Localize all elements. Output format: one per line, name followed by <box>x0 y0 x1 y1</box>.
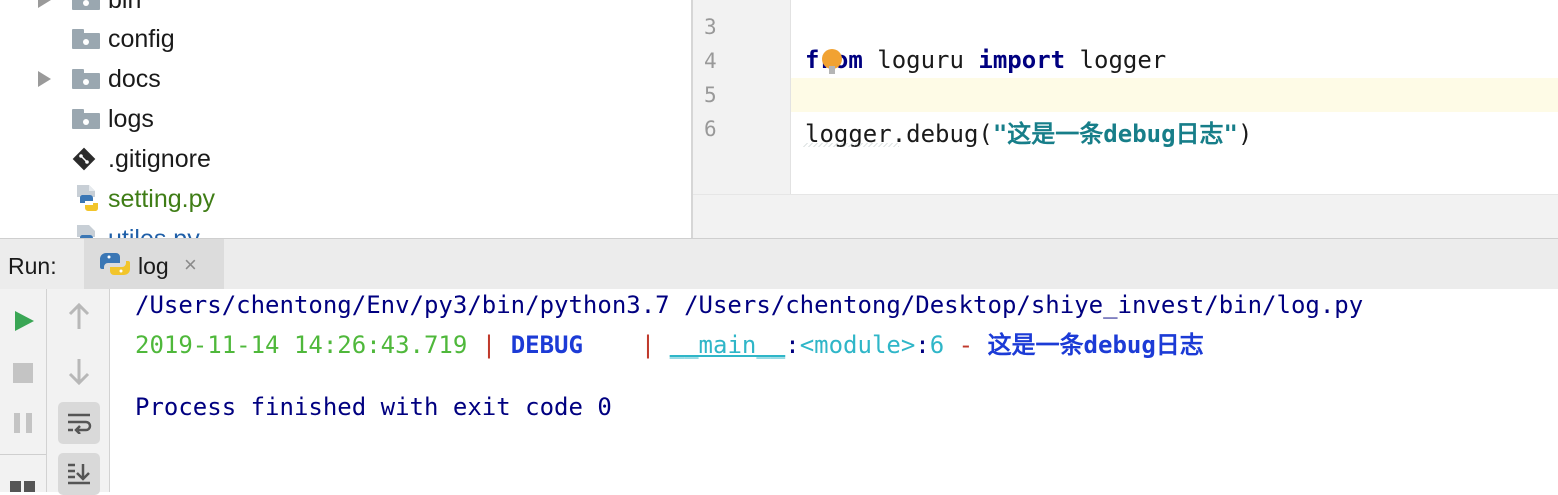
log-line-number: 6 <box>929 331 945 359</box>
scroll-to-end-icon <box>68 463 90 485</box>
code-text: ) <box>1238 120 1253 148</box>
pause-icon[interactable] <box>12 411 36 435</box>
line-number: 4 <box>704 49 717 73</box>
tree-item-label: .gitignore <box>108 145 211 173</box>
expand-arrow-icon[interactable] <box>38 71 51 87</box>
tree-item-setting-py[interactable]: setting.py <box>0 179 690 219</box>
folder-icon <box>72 69 100 89</box>
console-toolbar <box>47 289 110 495</box>
code-text: loguru <box>862 46 979 74</box>
line-number: 3 <box>704 15 717 39</box>
soft-wrap-button[interactable] <box>58 402 100 444</box>
log-dash: - <box>944 331 988 359</box>
log-colon: : <box>915 331 930 359</box>
line-number: 6 <box>704 117 717 141</box>
folder-icon <box>72 109 100 129</box>
console-log-line: 2019-11-14 14:26:43.719 | DEBUG | __main… <box>135 325 1204 360</box>
expand-arrow-icon[interactable] <box>38 0 51 8</box>
tree-item-label: config <box>108 25 175 53</box>
log-level: DEBUG <box>510 331 583 359</box>
arrow-down-icon[interactable] <box>67 357 91 385</box>
project-tree: bin config docs logs .gitignore setting.… <box>0 0 690 238</box>
code-line-4[interactable]: from loguru import logger <box>805 46 1166 74</box>
stop-icon[interactable] <box>11 361 35 385</box>
log-separator: | <box>467 331 511 359</box>
run-panel-header: Run: log × <box>0 238 1558 290</box>
tree-item-label: utiles.py <box>108 225 200 238</box>
tree-item-bin[interactable]: bin <box>0 0 690 20</box>
close-tab-icon[interactable]: × <box>184 252 197 278</box>
console-command-line: /Users/chentong/Env/py3/bin/python3.7 /U… <box>135 291 1364 319</box>
python-file-icon <box>77 185 99 211</box>
log-padding <box>583 331 641 359</box>
warning-squiggle <box>803 143 899 147</box>
python-file-icon <box>77 225 95 238</box>
string-literal: "这是一条debug日志" <box>992 120 1238 148</box>
tree-item-label: bin <box>108 0 142 14</box>
tree-item-config[interactable]: config <box>0 19 690 59</box>
rerun-play-icon[interactable] <box>12 309 36 333</box>
folder-icon <box>72 0 100 10</box>
arrow-up-icon[interactable] <box>67 303 91 331</box>
log-timestamp: 2019-11-14 14:26:43.719 <box>135 331 468 359</box>
log-separator: | <box>640 331 670 359</box>
tree-item-docs[interactable]: docs <box>0 59 690 99</box>
run-toolbar <box>0 289 47 492</box>
editor-footer-area <box>693 194 1558 239</box>
tree-item-label: logs <box>108 105 154 133</box>
console-exit-line: Process finished with exit code 0 <box>135 393 612 421</box>
line-number: 5 <box>704 83 717 107</box>
line-number-gutter: 3 4 5 6 <box>693 0 791 194</box>
soft-wrap-icon <box>68 413 92 434</box>
log-message: 这是一条debug日志 <box>987 331 1204 359</box>
current-line-highlight <box>791 78 1558 112</box>
tree-item-utiles-py[interactable]: utiles.py <box>0 219 690 238</box>
folder-icon <box>72 29 100 49</box>
log-module[interactable]: __main__ <box>670 331 786 359</box>
python-icon <box>100 253 130 275</box>
scroll-to-end-button[interactable] <box>58 453 100 495</box>
keyword-import: import <box>978 46 1066 74</box>
run-tab-label: log <box>138 253 169 279</box>
code-editor[interactable]: 3 4 5 6 from loguru import logger logger… <box>691 0 1558 239</box>
tree-item-gitignore[interactable]: .gitignore <box>0 139 690 179</box>
console-output[interactable]: /Users/chentong/Env/py3/bin/python3.7 /U… <box>110 289 1558 492</box>
log-function: <module> <box>799 331 916 359</box>
tree-item-label: setting.py <box>108 185 216 213</box>
tree-item-label: docs <box>108 65 161 93</box>
git-icon <box>72 147 96 171</box>
tree-item-logs[interactable]: logs <box>0 99 690 139</box>
log-colon: : <box>785 331 800 359</box>
intention-bulb-base <box>829 66 835 74</box>
layout-icon[interactable] <box>10 477 36 492</box>
code-text: logger <box>1065 46 1167 74</box>
run-label: Run: <box>8 253 57 279</box>
toolbar-divider <box>0 454 46 455</box>
